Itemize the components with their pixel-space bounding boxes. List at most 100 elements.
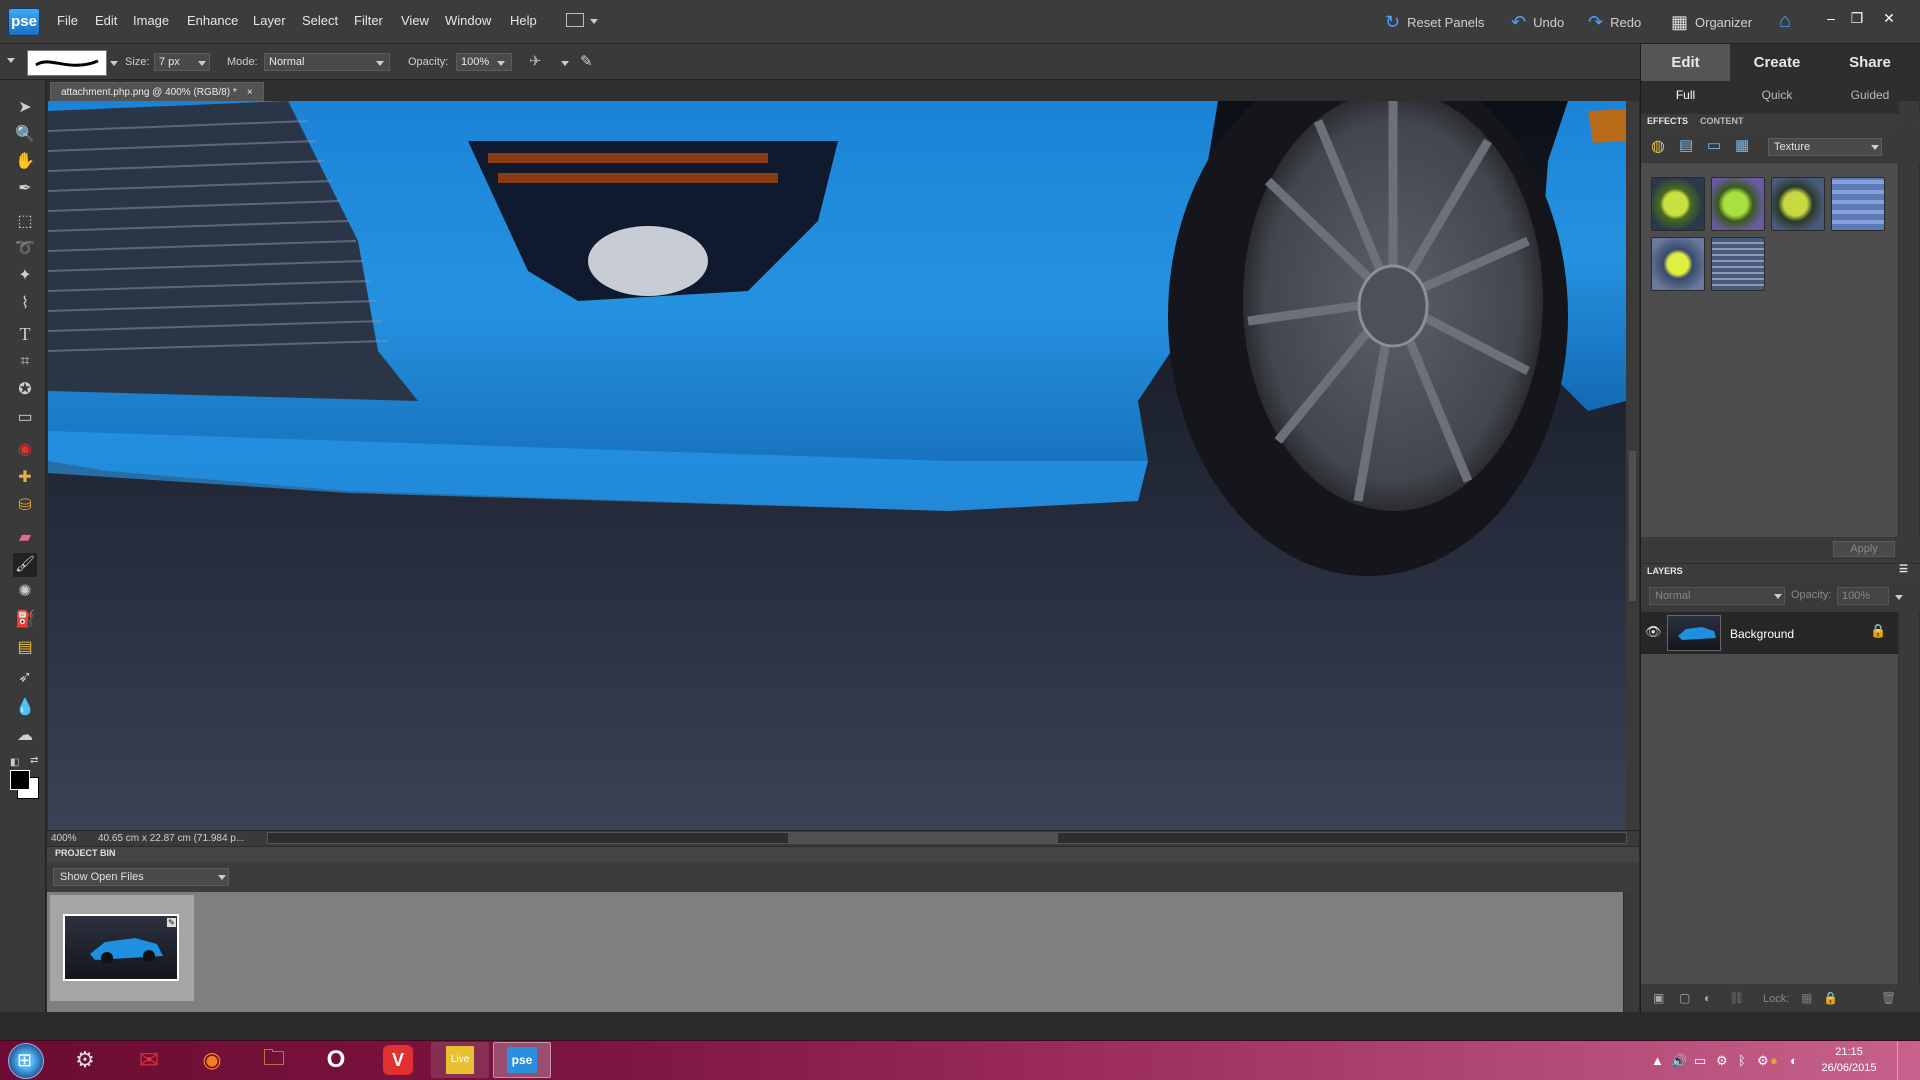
show-desktop-button[interactable]: [1897, 1041, 1920, 1080]
menu-filter[interactable]: Filter: [354, 13, 383, 28]
bin-thumbnail[interactable]: [63, 914, 179, 981]
red-eye-tool-icon[interactable]: ◉: [13, 438, 37, 462]
straighten-tool-icon[interactable]: ▭: [13, 406, 37, 430]
project-bin-select[interactable]: Show Open Files: [53, 868, 229, 886]
tray-app-icon[interactable]: ◐: [1790, 1053, 1798, 1068]
lock-all-icon[interactable]: 🔒: [1823, 991, 1838, 1005]
effects-category-select[interactable]: Texture: [1768, 138, 1882, 156]
type-tool-icon[interactable]: T: [13, 322, 37, 346]
subtab-full[interactable]: Full: [1641, 88, 1730, 102]
reset-panels-button[interactable]: ↻ Reset Panels: [1385, 10, 1484, 34]
menu-enhance[interactable]: Enhance: [187, 13, 238, 28]
content-tab[interactable]: CONTENT: [1700, 116, 1744, 126]
taskbar-live[interactable]: Live: [431, 1042, 489, 1078]
effect-thumb-5[interactable]: [1651, 237, 1705, 291]
bluetooth-icon[interactable]: ᛒ: [1738, 1053, 1746, 1068]
tool-preset-dropdown-icon[interactable]: [7, 58, 15, 63]
taskbar-pse[interactable]: pse: [493, 1042, 551, 1078]
taskbar-vivaldi[interactable]: V: [369, 1042, 427, 1078]
layers-opacity-field[interactable]: 100%: [1837, 587, 1889, 605]
cookie-cutter-tool-icon[interactable]: ✪: [13, 378, 37, 402]
smart-brush-tool-icon[interactable]: ✺: [13, 580, 37, 604]
clone-stamp-tool-icon[interactable]: ⛁: [13, 494, 37, 518]
magic-wand-tool-icon[interactable]: ✦: [13, 264, 37, 288]
default-colors-icon[interactable]: ◧: [10, 757, 19, 768]
tab-create[interactable]: Create: [1730, 44, 1824, 81]
airbrush-dropdown-icon[interactable]: [561, 61, 569, 66]
zoom-level[interactable]: 400%: [51, 833, 77, 844]
gradient-tool-icon[interactable]: ▤: [13, 636, 37, 660]
hand-tool-icon[interactable]: ✋: [13, 150, 37, 174]
crop-tool-icon[interactable]: ⌗: [13, 350, 37, 374]
swap-colors-icon[interactable]: ⇄: [30, 755, 38, 766]
effect-thumb-3[interactable]: [1771, 177, 1825, 231]
effect-thumb-4[interactable]: [1831, 177, 1885, 231]
home-icon[interactable]: ⌂: [1779, 10, 1791, 33]
size-dropdown-icon[interactable]: [198, 61, 206, 66]
layer-styles-icon[interactable]: ▤: [1679, 136, 1693, 154]
clock[interactable]: 21:15 26/06/2015: [1812, 1044, 1886, 1076]
zoom-tool-icon[interactable]: 🔍: [13, 123, 37, 147]
link-layers-icon[interactable]: ⛓: [1729, 991, 1744, 1005]
brush-preview[interactable]: [27, 50, 107, 76]
volume-icon[interactable]: 🔊: [1671, 1053, 1687, 1069]
quick-selection-tool-icon[interactable]: ⌇: [13, 292, 37, 316]
canvas-hscroll-thumb[interactable]: [788, 833, 1058, 843]
restore-icon[interactable]: ❐: [1847, 8, 1867, 28]
menu-view[interactable]: View: [401, 13, 429, 28]
mode-dropdown-icon[interactable]: [376, 61, 384, 66]
effect-thumb-6[interactable]: [1711, 237, 1765, 291]
avast-tray-icon[interactable]: ●: [1770, 1053, 1778, 1068]
visibility-eye-icon[interactable]: 👁: [1645, 624, 1662, 640]
taskbar-mail[interactable]: ✉: [120, 1042, 178, 1078]
document-tab[interactable]: attachment.php.png @ 400% (RGB/8) * ×: [50, 82, 264, 101]
effect-thumb-2[interactable]: [1711, 177, 1765, 231]
foreground-color-swatch[interactable]: [10, 770, 30, 790]
new-group-icon[interactable]: ▢: [1679, 991, 1690, 1005]
layers-opacity-dropdown-icon[interactable]: [1895, 595, 1903, 600]
canvas-vertical-scrollbar[interactable]: [1626, 101, 1639, 830]
new-layer-icon[interactable]: ▣: [1653, 991, 1664, 1005]
healing-brush-tool-icon[interactable]: ✚: [13, 466, 37, 490]
display-icon[interactable]: ▭: [1694, 1053, 1706, 1069]
undo-button[interactable]: ↶ Undo: [1511, 10, 1564, 34]
mode-select[interactable]: Normal: [264, 53, 390, 71]
photo-effects-icon[interactable]: ▭: [1707, 136, 1721, 154]
delete-layer-icon[interactable]: 🗑: [1881, 991, 1896, 1005]
minimize-icon[interactable]: –: [1821, 8, 1841, 28]
apply-button[interactable]: Apply: [1833, 541, 1895, 557]
lock-transparency-icon[interactable]: ▦: [1801, 991, 1812, 1005]
network-icon[interactable]: ⚙: [1716, 1053, 1728, 1069]
effect-thumb-1[interactable]: [1651, 177, 1705, 231]
menu-edit[interactable]: Edit: [95, 13, 117, 28]
airbrush-icon[interactable]: ✈: [529, 52, 542, 70]
steam-tray-icon[interactable]: ⚙: [1757, 1053, 1769, 1069]
taskbar-steam[interactable]: ⚙: [56, 1042, 114, 1078]
taskbar-firefox[interactable]: ◉: [183, 1042, 241, 1078]
image-canvas[interactable]: [48, 101, 1626, 830]
layers-scrollbar[interactable]: [1899, 612, 1919, 984]
menu-file[interactable]: File: [57, 13, 78, 28]
canvas-horizontal-scrollbar[interactable]: [267, 832, 1627, 844]
start-button[interactable]: ⊞: [8, 1043, 44, 1079]
opacity-dropdown-icon[interactable]: [497, 61, 505, 66]
redo-button[interactable]: ↷ Redo: [1588, 10, 1641, 34]
menu-help[interactable]: Help: [510, 13, 537, 28]
menu-layer[interactable]: Layer: [253, 13, 286, 28]
tab-share[interactable]: Share: [1824, 44, 1916, 81]
filters-icon[interactable]: ◍: [1651, 136, 1665, 156]
tablet-settings-icon[interactable]: ✎: [580, 52, 593, 70]
layers-panel-menu-icon[interactable]: ☰: [1899, 564, 1908, 575]
layer-row-background[interactable]: 👁 Background 🔒: [1641, 612, 1898, 654]
marquee-tool-icon[interactable]: ⬚: [13, 210, 37, 234]
canvas-vscroll-thumb[interactable]: [1629, 451, 1636, 601]
paint-bucket-tool-icon[interactable]: ⛽: [13, 608, 37, 632]
brush-dropdown-icon[interactable]: [110, 61, 118, 66]
show-all-icon[interactable]: ▦: [1735, 136, 1749, 154]
adjustment-layer-icon[interactable]: ◐: [1704, 991, 1711, 1005]
bin-vertical-scrollbar[interactable]: [1624, 892, 1639, 1012]
layer-name[interactable]: Background: [1730, 627, 1794, 641]
sponge-tool-icon[interactable]: ☁: [13, 724, 37, 748]
blur-tool-icon[interactable]: 💧: [13, 696, 37, 720]
eyedropper-tool-icon[interactable]: ✒: [13, 177, 37, 201]
